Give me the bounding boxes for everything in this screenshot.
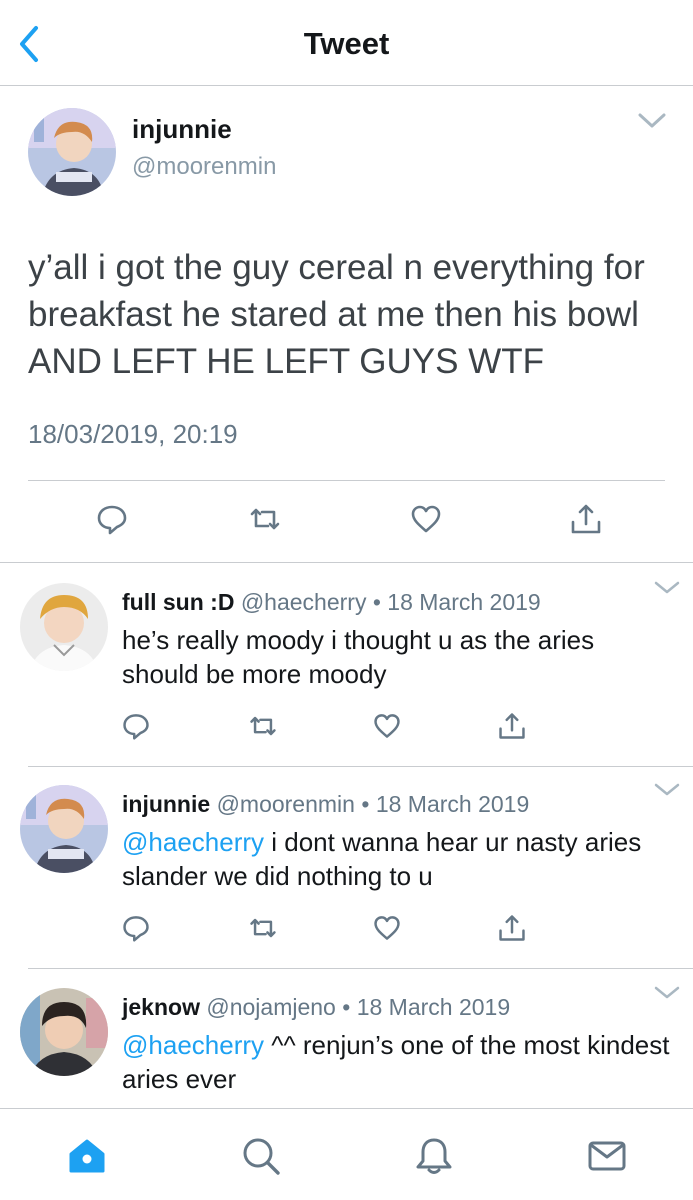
share-button[interactable]	[497, 711, 527, 741]
share-icon	[571, 504, 601, 534]
separator-dot: •	[342, 994, 351, 1020]
share-icon	[499, 713, 525, 739]
author-name[interactable]: injunnie	[132, 114, 232, 145]
reply-actions	[0, 913, 693, 949]
like-icon	[374, 916, 400, 940]
tweet-actions	[0, 502, 693, 542]
like-button[interactable]	[409, 502, 443, 536]
reply-meta: injunnie @moorenmin • 18 March 2019	[122, 791, 529, 818]
avatar[interactable]	[20, 785, 108, 873]
author-name[interactable]: injunnie	[122, 791, 210, 817]
mention-link[interactable]: @haecherry	[122, 827, 264, 857]
like-icon	[374, 714, 400, 738]
reply-text: @haecherry ^^ renjun’s one of the most k…	[122, 1028, 672, 1096]
tweet-timestamp: 18/03/2019, 20:19	[28, 419, 238, 449]
avatar[interactable]	[28, 108, 116, 196]
more-options-button[interactable]	[638, 112, 666, 130]
avatar-image	[20, 583, 108, 671]
chevron-down-icon	[654, 986, 680, 999]
reply-date: 18 March 2019	[356, 994, 511, 1020]
reply-icon	[123, 916, 149, 942]
reply-icon	[123, 714, 149, 740]
tweet-text: y’all i got the guy cereal n everything …	[28, 248, 645, 381]
messages-icon	[588, 1141, 626, 1171]
like-button[interactable]	[372, 711, 402, 741]
author-handle[interactable]: @haecherry	[241, 589, 367, 615]
reply-meta: full sun :D @haecherry • 18 March 2019	[122, 589, 541, 616]
page-title: Tweet	[303, 26, 390, 61]
retweet-icon	[250, 918, 276, 938]
more-options-button[interactable]	[654, 581, 680, 595]
reply-body: he’s really moody i thought u as the ari…	[122, 625, 595, 689]
share-button[interactable]	[497, 913, 527, 943]
avatar-image	[20, 785, 108, 873]
tab-search[interactable]	[240, 1135, 282, 1177]
main-tweet: injunnie @moorenmin y’all i got the guy …	[0, 86, 693, 562]
separator-dot: •	[361, 791, 370, 817]
retweet-button[interactable]	[248, 913, 278, 943]
reply-tweet[interactable]: jeknow @nojamjeno • 18 March 2019 @haech…	[0, 968, 693, 1108]
retweet-button[interactable]	[248, 711, 278, 741]
reply-meta: jeknow @nojamjeno • 18 March 2019	[122, 994, 510, 1021]
like-icon	[411, 505, 441, 533]
tab-messages[interactable]	[586, 1135, 628, 1177]
chevron-down-icon	[654, 581, 680, 594]
avatar[interactable]	[20, 583, 108, 671]
tab-home[interactable]	[66, 1135, 108, 1177]
notifications-icon	[416, 1138, 452, 1174]
avatar-image	[28, 108, 116, 196]
reply-text: @haecherry i dont wanna hear ur nasty ar…	[122, 825, 672, 893]
more-options-button[interactable]	[654, 783, 680, 797]
retweet-icon	[250, 508, 280, 530]
reply-button[interactable]	[121, 913, 151, 943]
bottom-tab-bar	[0, 1108, 693, 1200]
divider	[28, 480, 665, 481]
share-button[interactable]	[569, 502, 603, 536]
author-handle[interactable]: @moorenmin	[217, 791, 355, 817]
reply-date: 18 March 2019	[375, 791, 530, 817]
reply-tweet[interactable]: injunnie @moorenmin • 18 March 2019 @hae…	[0, 765, 693, 969]
more-options-button[interactable]	[654, 986, 680, 1000]
search-icon	[243, 1138, 280, 1175]
reply-button[interactable]	[121, 711, 151, 741]
author-handle[interactable]: @nojamjeno	[206, 994, 335, 1020]
share-icon	[499, 915, 525, 941]
mention-link[interactable]: @haecherry	[122, 1030, 264, 1060]
top-nav-bar: Tweet	[0, 0, 693, 86]
avatar-image	[20, 988, 108, 1076]
reply-actions	[0, 711, 693, 747]
chevron-down-icon	[638, 113, 666, 128]
reply-icon	[97, 505, 127, 535]
reply-tweet[interactable]: full sun :D @haecherry • 18 March 2019 h…	[0, 563, 693, 767]
retweet-icon	[250, 716, 276, 736]
retweet-button[interactable]	[248, 502, 282, 536]
separator-dot: •	[372, 589, 381, 615]
tab-notifications[interactable]	[413, 1135, 455, 1177]
author-name[interactable]: full sun :D	[122, 589, 234, 615]
author-handle[interactable]: @moorenmin	[132, 153, 276, 181]
like-button[interactable]	[372, 913, 402, 943]
home-icon	[69, 1139, 105, 1173]
reply-text: he’s really moody i thought u as the ari…	[122, 623, 672, 691]
reply-button[interactable]	[95, 502, 129, 536]
author-name[interactable]: jeknow	[122, 994, 200, 1020]
avatar[interactable]	[20, 988, 108, 1076]
reply-date: 18 March 2019	[387, 589, 541, 615]
chevron-down-icon	[654, 783, 680, 796]
